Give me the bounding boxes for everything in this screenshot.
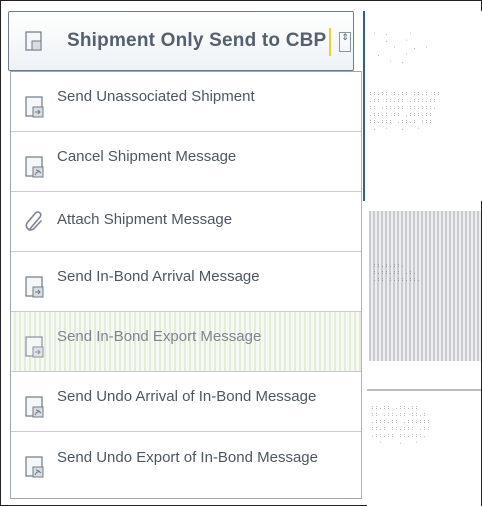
menu-item-label: Send In-Bond Arrival Message (57, 268, 260, 285)
background-grid: ::.:.::. :.::.:: .:. .:: :.::.::. (369, 211, 481, 361)
menu-item-label: Cancel Shipment Message (57, 148, 237, 165)
document-cancel-icon (25, 155, 44, 177)
menu-item-send-in-bond-arrival-message[interactable]: Send In-Bond Arrival Message (11, 252, 361, 312)
menu-item-label: Send Undo Arrival of In-Bond Message (57, 388, 317, 405)
document-send-icon (25, 335, 44, 357)
background-texture: · . · . · · . · . · · . (373, 31, 430, 65)
background-texture: ::.:.::. :.::.:: .:. .:: :.::.::. (373, 263, 422, 283)
menu-item-send-undo-arrival-of-in-bond-message[interactable]: Send Undo Arrival of In-Bond Message (11, 372, 361, 432)
menu-item-send-undo-export-of-in-bond-message[interactable]: Send Undo Export of In-Bond Message (11, 432, 361, 492)
menu-item-send-in-bond-export-message[interactable]: Send In-Bond Export Message (11, 312, 361, 372)
background-panel-bottom: ::.:: .::.:: :: .::.:: ::.: .:::.:: .::.… (367, 389, 481, 507)
menu-item-label: Send In-Bond Export Message (57, 328, 262, 345)
app-window: Shipment Only Send to CBP ⇕ Send Unassoc… (0, 0, 482, 507)
menu-item-attach-shipment-message[interactable]: Attach Shipment Message (11, 192, 361, 252)
background-panel-top: · . · . · · . · . · · . ::.:: :.:: ::.: … (363, 11, 482, 201)
paperclip-icon (25, 210, 42, 231)
shipment-action-dropdown[interactable]: Shipment Only Send to CBP ⇕ (8, 11, 354, 71)
background-texture: ::.:: :.:: ::.: :: .:: ::.:: .:::.:: :: … (369, 91, 442, 132)
document-undo-icon (25, 395, 44, 417)
document-undo-icon (25, 456, 44, 478)
dropdown-separator (329, 28, 331, 56)
background-texture: ::.:: .::.:: :: .::.:: ::.: .:::.:: .::.… (371, 405, 432, 446)
background-panel: · . · . · · . · . · · . ::.:: :.:: ::.: … (363, 11, 482, 507)
document-send-icon (25, 95, 44, 117)
menu-item-label: Attach Shipment Message (57, 211, 233, 228)
chevron-updown-icon[interactable]: ⇕ (339, 32, 351, 52)
dropdown-menu: Send Unassociated Shipment Cancel Shipme… (10, 71, 362, 499)
menu-item-cancel-shipment-message[interactable]: Cancel Shipment Message (11, 132, 361, 192)
document-send-icon (25, 275, 44, 297)
menu-item-label: Send Unassociated Shipment (57, 88, 255, 105)
menu-item-send-unassociated-shipment[interactable]: Send Unassociated Shipment (11, 72, 361, 132)
dropdown-selected-label: Shipment Only Send to CBP (67, 30, 327, 51)
document-icon (25, 31, 42, 51)
menu-item-label: Send Undo Export of In-Bond Message (57, 448, 318, 466)
